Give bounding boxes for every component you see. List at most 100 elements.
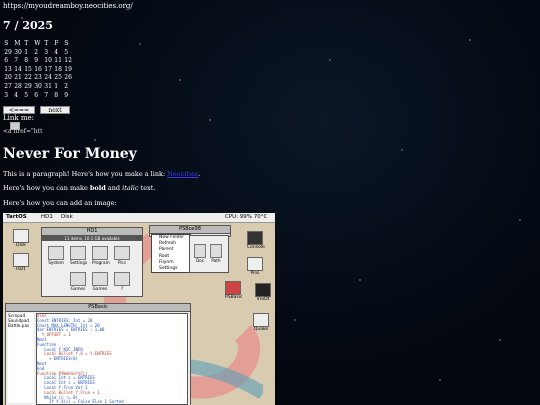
folder-icon: [114, 272, 130, 286]
calendar-day: 23: [34, 74, 42, 82]
calendar-day: 16: [34, 65, 42, 73]
folder-help: ?: [114, 272, 130, 291]
folder-icon: [70, 272, 86, 286]
folder-label: ?: [120, 286, 124, 291]
weekday-header: S: [64, 40, 69, 47]
folder-settings: Settings: [70, 246, 87, 265]
document-icon: [210, 244, 222, 258]
file-list: Scrnpad Soundpad Battle.pas: [8, 313, 34, 403]
folder-icon: [114, 246, 130, 260]
page-title: Never For Money: [3, 146, 137, 162]
calendar-day: 6: [34, 91, 39, 99]
code-editor: Uses Const ENTRIES: Int = 20 Const MAX_LEN…: [36, 313, 188, 405]
weekday-header: T: [24, 40, 29, 47]
calendar-month-heading: 7 / 2025: [3, 19, 53, 32]
calendar-week-row: 27 28 29 30 31 1 2: [3, 83, 73, 92]
file-window: Doc Path: [189, 235, 229, 273]
calendar-day: 27: [4, 82, 12, 90]
page-url: https://myoudreamboy.neocities.org/: [3, 2, 133, 10]
paragraph-end: .: [198, 170, 201, 178]
neocities-link[interactable]: Neocities: [167, 170, 198, 178]
desk-icon-label: Console: [247, 245, 265, 250]
calendar-week-row: 20 21 22 23 24 25 26: [3, 74, 73, 83]
desk-icon-label: Disk: [16, 243, 26, 248]
calendar-day: 9: [64, 91, 69, 99]
calendar-day: 17: [44, 65, 52, 73]
hd1-window: HD1 11 items, 10.1 GB available System S…: [41, 227, 143, 297]
psbasic-editor-window: PSBasic Scrnpad Soundpad Battle.pas Uses…: [5, 303, 191, 405]
weekday-header: M: [14, 40, 21, 47]
quake-icon: [253, 313, 269, 327]
link-button-code: <a href="htt: [3, 128, 43, 135]
file-list-item: Battle.pas: [8, 323, 30, 328]
os-app-menu: TartOS: [6, 214, 27, 220]
folder-pics: Pics: [114, 246, 130, 265]
menubar-item: HD1: [41, 214, 53, 220]
console-icon: [247, 231, 263, 245]
bold-text: bold: [89, 184, 106, 192]
window-title: PSBasic: [6, 304, 190, 312]
menu-item: Settings: [159, 266, 178, 272]
calendar-day: 11: [54, 57, 62, 65]
calendar-day: 9: [34, 57, 39, 65]
app-icon: [255, 283, 271, 297]
app-icon: [247, 257, 263, 271]
window-title: PSBox98: [150, 226, 230, 234]
folder-icon: [70, 246, 86, 260]
weekday-header: T: [44, 40, 49, 47]
desk-icon-quake: Quake: [253, 313, 269, 332]
paragraph-text: and: [105, 184, 123, 192]
calendar-day: 13: [4, 65, 12, 73]
prev-button[interactable]: <=== prev: [3, 106, 35, 122]
window-title: HD1: [42, 228, 142, 236]
desk-icon-psbasic: PSBasic: [225, 281, 242, 300]
calendar-day: 6: [4, 57, 9, 65]
calendar-day: 3: [44, 48, 49, 56]
calendar-day: 2: [64, 82, 69, 90]
folder-icon: [92, 272, 108, 286]
folder-label: Settings: [70, 260, 88, 265]
folder-games-2: Games: [92, 272, 108, 291]
calendar-day: 8: [24, 57, 29, 65]
calendar-day: 24: [44, 74, 52, 82]
calendar-day: 5: [24, 91, 29, 99]
folder-label: System: [48, 260, 64, 265]
next-button[interactable]: next ===>: [40, 106, 70, 122]
desk-icon-pins: Pins: [247, 257, 263, 276]
desk-icon-vrodt: VroDt: [255, 283, 271, 302]
calendar-day: 1: [54, 82, 59, 90]
calendar: SMTWTFS 29 30 1 2 3 4 5 6 7 8 9 10 11 12 13 14 15 16 17 18 1…: [3, 40, 73, 100]
calendar-day: 14: [14, 65, 22, 73]
folder-system: System: [48, 246, 64, 265]
calendar-day: 18: [54, 65, 62, 73]
desk-icon-label: HD1: [16, 267, 26, 272]
calendar-day: 29: [24, 82, 32, 90]
psbasic-icon: [225, 281, 241, 295]
file-doc: Doc: [194, 244, 206, 263]
calendar-day: 21: [14, 74, 22, 82]
calendar-day: 19: [64, 65, 72, 73]
calendar-day: 15: [24, 65, 32, 73]
weekday-header: S: [4, 40, 9, 47]
calendar-day: 30: [34, 82, 42, 90]
folder-icon: [48, 246, 64, 260]
folder-label: Pics: [117, 260, 127, 265]
calendar-day: 30: [14, 48, 22, 56]
calendar-day: 4: [54, 48, 59, 56]
calendar-day: 7: [14, 57, 19, 65]
folder-games: Games: [70, 272, 86, 291]
context-menu: New Folder Refresh Parent Root Filynm Se…: [151, 234, 191, 274]
document-icon: [194, 244, 206, 258]
folder-program: Program: [92, 246, 110, 265]
calendar-day: 7: [44, 91, 49, 99]
paragraph-text: This is a paragraph! Here's how you make…: [3, 170, 168, 178]
weekday-header: F: [54, 40, 59, 47]
paragraph-formatting: Here's how you can make bold and italic …: [3, 184, 155, 192]
calendar-week-row: 13 14 15 16 17 18 19: [3, 66, 73, 75]
calendar-day: 2: [34, 48, 39, 56]
folder-label: Games: [70, 286, 86, 291]
calendar-week-row: 29 30 1 2 3 4 5: [3, 49, 73, 58]
desk-icon-disk: Disk: [13, 229, 29, 248]
calendar-day: 22: [24, 74, 32, 82]
calendar-day: 31: [44, 82, 52, 90]
